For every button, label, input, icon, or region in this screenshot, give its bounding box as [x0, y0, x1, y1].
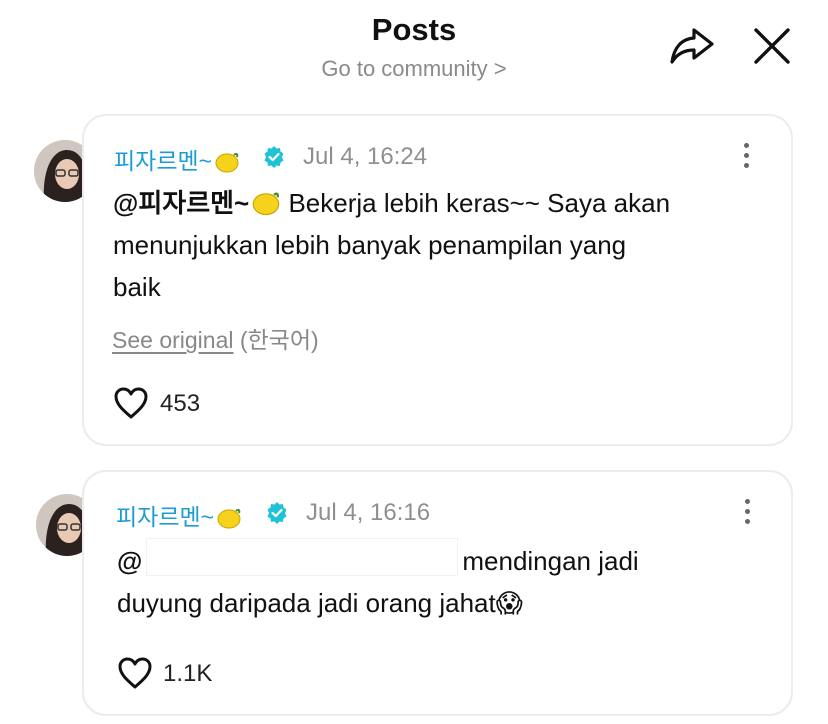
dot-icon [743, 163, 749, 168]
author-name-text: 피자르멘~ [116, 504, 215, 530]
share-arrow-icon [670, 28, 714, 64]
dot-icon [744, 519, 750, 524]
scream-emoji-icon: 😱 [495, 588, 523, 618]
like-count: 453 [160, 390, 201, 417]
header: Posts Go to community > [0, 0, 828, 100]
like-button[interactable] [117, 656, 153, 695]
author-name[interactable]: 피자르멘~ [114, 142, 240, 176]
author-name[interactable]: 피자르멘~ [116, 498, 242, 532]
dot-icon [743, 153, 749, 158]
redacted-username [146, 538, 459, 576]
original-language: (한국어) [239, 327, 319, 353]
see-original-link[interactable]: See original [112, 327, 233, 353]
lemon-emoji-icon [215, 152, 239, 173]
post-body: @ mendingan jadi duyung daripada jadi ora… [117, 538, 777, 624]
post-line-1: @ mendingan jadi [117, 538, 777, 582]
heart-icon [114, 387, 148, 419]
close-button[interactable] [750, 24, 794, 68]
more-options-button[interactable] [742, 499, 752, 527]
post-body: @피자르멘~ Bekerja lebih keras~~ Saya akan m… [113, 182, 773, 308]
post-line-1: @피자르멘~ Bekerja lebih keras~~ Saya akan [113, 182, 773, 224]
share-button[interactable] [668, 24, 716, 68]
mention-link[interactable]: @ [117, 546, 142, 576]
lemon-emoji-icon [252, 192, 280, 216]
post-text: Bekerja lebih keras~~ Saya akan [288, 188, 671, 218]
post-line-3: baik [113, 272, 161, 302]
translation-note: See original (한국어) [112, 321, 319, 355]
like-button[interactable] [113, 386, 149, 425]
dot-icon [744, 509, 750, 514]
post-line-2: menunjukkan lebih banyak penampilan yang [113, 230, 627, 260]
close-x-icon [754, 28, 790, 64]
post-text: duyung daripada jadi orang jahat [117, 588, 496, 618]
author-name-text: 피자르멘~ [114, 148, 213, 174]
verified-badge-icon [264, 146, 284, 168]
like-count: 1.1K [163, 660, 213, 687]
lemon-emoji-icon [217, 508, 241, 529]
verified-badge-icon [267, 502, 287, 524]
mention-link[interactable]: @피자르멘~ [113, 188, 249, 218]
dot-icon [744, 499, 750, 504]
post-text: mendingan jadi [462, 546, 639, 576]
dot-icon [743, 143, 749, 148]
post-date: Jul 4, 16:16 [306, 499, 431, 526]
post-date: Jul 4, 16:24 [303, 143, 428, 170]
post-line-2: duyung daripada jadi orang jahat😱 [117, 582, 777, 624]
more-options-button[interactable] [741, 143, 751, 171]
heart-icon [118, 657, 152, 689]
